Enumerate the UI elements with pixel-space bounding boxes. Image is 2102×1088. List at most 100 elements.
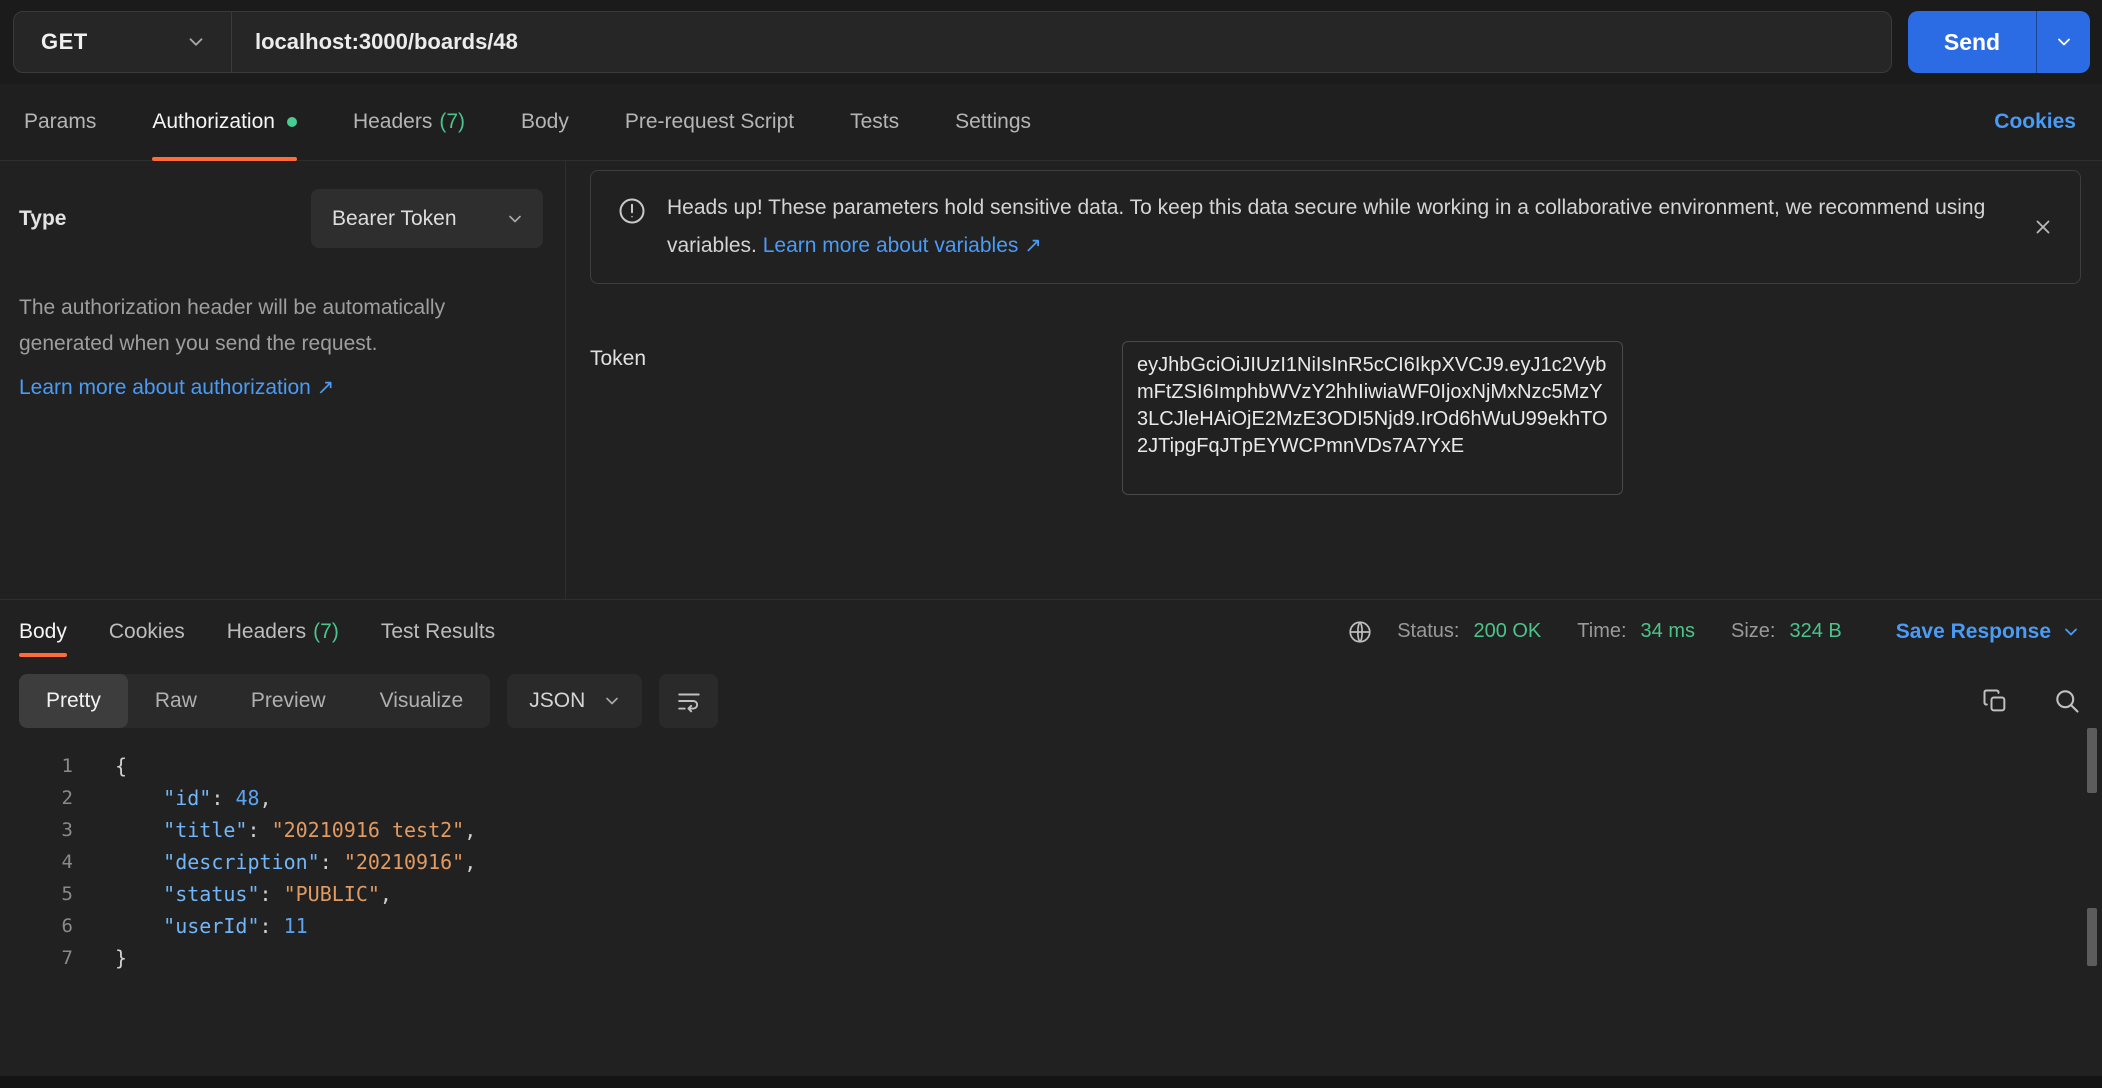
- tab-pre-request-script[interactable]: Pre-request Script: [625, 84, 794, 160]
- status-label: Status:: [1397, 620, 1459, 643]
- time-label: Time:: [1577, 620, 1626, 643]
- response-format-value: JSON: [529, 689, 585, 713]
- code-line: 6 "userId": 11: [0, 910, 2102, 942]
- code-text: "id": 48,: [115, 782, 272, 814]
- learn-more-authorization-link[interactable]: Learn more about authorization ↗: [19, 375, 334, 400]
- search-response-button[interactable]: [2053, 687, 2081, 715]
- view-preview-label: Preview: [251, 689, 326, 713]
- save-response-label: Save Response: [1896, 620, 2051, 644]
- method-label: GET: [41, 29, 88, 55]
- line-number: 5: [0, 878, 73, 910]
- auth-type-select[interactable]: Bearer Token: [311, 189, 543, 248]
- token-row: Token eyJhbGciOiJIUzI1NiIsInR5cCI6IkpXVC…: [590, 341, 2081, 495]
- view-visualize-button[interactable]: Visualize: [353, 674, 491, 728]
- tab-settings-label: Settings: [955, 110, 1031, 134]
- code-text: "title": "20210916 test2",: [115, 814, 476, 846]
- response-body-viewer: 1{2 "id": 48,3 "title": "20210916 test2"…: [0, 728, 2102, 1076]
- request-url-bar: GET Send: [0, 0, 2102, 84]
- headers-count-badge: (7): [439, 110, 465, 134]
- tab-body[interactable]: Body: [521, 84, 569, 160]
- response-tab-headers[interactable]: Headers (7): [227, 600, 339, 663]
- size-value: 324 B: [1789, 620, 1841, 643]
- authorization-type-column: Type Bearer Token The authorization head…: [0, 161, 566, 599]
- tab-tests[interactable]: Tests: [850, 84, 899, 160]
- code-text: }: [115, 942, 127, 974]
- save-response-button[interactable]: Save Response: [1896, 620, 2081, 644]
- response-meta: Status: 200 OK Time: 34 ms Size: 324 B S…: [1347, 619, 2081, 645]
- response-tab-body[interactable]: Body: [19, 600, 67, 663]
- auth-helper-text: The authorization header will be automat…: [19, 290, 539, 362]
- time-value: 34 ms: [1641, 620, 1695, 643]
- line-number: 6: [0, 910, 73, 942]
- chevron-down-icon: [2061, 622, 2081, 642]
- tab-pre-request-script-label: Pre-request Script: [625, 110, 794, 134]
- network-globe-icon[interactable]: [1347, 619, 1373, 645]
- method-selector[interactable]: GET: [14, 12, 232, 72]
- tab-params[interactable]: Params: [24, 84, 96, 160]
- url-input[interactable]: [232, 12, 1891, 72]
- token-label: Token: [590, 341, 1122, 495]
- response-view-switcher: Pretty Raw Preview Visualize: [19, 674, 490, 728]
- line-number: 4: [0, 846, 73, 878]
- view-raw-button[interactable]: Raw: [128, 674, 224, 728]
- response-tab-test-results[interactable]: Test Results: [381, 600, 495, 663]
- token-input[interactable]: eyJhbGciOiJIUzI1NiIsInR5cCI6IkpXVCJ9.eyJ…: [1122, 341, 1623, 495]
- response-format-select[interactable]: JSON: [507, 674, 642, 728]
- scrollbar-thumb[interactable]: [2087, 728, 2097, 793]
- close-icon[interactable]: [2032, 216, 2054, 238]
- chevron-down-icon: [185, 31, 207, 53]
- response-toolbar: Pretty Raw Preview Visualize JSON: [19, 674, 2081, 728]
- code-line: 7}: [0, 942, 2102, 974]
- code-line: 2 "id": 48,: [0, 782, 2102, 814]
- code-line: 3 "title": "20210916 test2",: [0, 814, 2102, 846]
- line-number: 7: [0, 942, 73, 974]
- line-number: 1: [0, 750, 73, 782]
- scrollbar-thumb[interactable]: [2087, 908, 2097, 966]
- copy-icon: [1981, 687, 2009, 715]
- auth-type-label: Type: [19, 207, 311, 231]
- authorization-configured-dot: [287, 117, 297, 127]
- code-line: 1{: [0, 750, 2102, 782]
- authorization-detail-column: Heads up! These parameters hold sensitiv…: [566, 161, 2102, 599]
- send-options-button[interactable]: [2036, 11, 2090, 73]
- tab-tests-label: Tests: [850, 110, 899, 134]
- window-bottom-edge: [0, 1076, 2102, 1088]
- tab-authorization-label: Authorization: [152, 110, 275, 134]
- code-line: 5 "status": "PUBLIC",: [0, 878, 2102, 910]
- wrap-text-icon: [676, 688, 702, 714]
- response-tab-test-results-label: Test Results: [381, 620, 495, 644]
- view-visualize-label: Visualize: [380, 689, 464, 713]
- tab-params-label: Params: [24, 110, 96, 134]
- view-preview-button[interactable]: Preview: [224, 674, 353, 728]
- code-text: {: [115, 750, 127, 782]
- api-client-window: GET Send Params Authorization Headers (7…: [0, 0, 2102, 1088]
- tab-settings[interactable]: Settings: [955, 84, 1031, 160]
- size-label: Size:: [1731, 620, 1775, 643]
- cookies-link[interactable]: Cookies: [1994, 110, 2076, 134]
- tab-body-label: Body: [521, 110, 569, 134]
- view-raw-label: Raw: [155, 689, 197, 713]
- code-text: "userId": 11: [115, 910, 308, 942]
- copy-response-button[interactable]: [1981, 687, 2009, 715]
- info-icon: [617, 196, 647, 226]
- tab-headers[interactable]: Headers (7): [353, 84, 465, 160]
- url-field: GET: [13, 11, 1892, 73]
- response-tab-headers-label: Headers: [227, 620, 306, 644]
- response-tab-cookies[interactable]: Cookies: [109, 600, 185, 663]
- request-tabs: Params Authorization Headers (7) Body Pr…: [0, 84, 2102, 161]
- code-text: "status": "PUBLIC",: [115, 878, 392, 910]
- search-icon: [2053, 687, 2081, 715]
- send-group: Send: [1908, 11, 2090, 73]
- chevron-down-icon: [505, 209, 525, 229]
- code-lines: 1{2 "id": 48,3 "title": "20210916 test2"…: [0, 750, 2102, 974]
- tab-headers-label: Headers: [353, 110, 432, 134]
- wrap-text-button[interactable]: [659, 674, 718, 728]
- response-header: Body Cookies Headers (7) Test Results St…: [0, 600, 2102, 663]
- code-line: 4 "description": "20210916",: [0, 846, 2102, 878]
- response-tab-body-label: Body: [19, 620, 67, 644]
- tab-authorization[interactable]: Authorization: [152, 84, 297, 160]
- view-pretty-button[interactable]: Pretty: [19, 674, 128, 728]
- response-headers-count-badge: (7): [313, 620, 339, 644]
- send-button[interactable]: Send: [1908, 11, 2036, 73]
- learn-more-variables-link[interactable]: Learn more about variables ↗: [763, 227, 1042, 265]
